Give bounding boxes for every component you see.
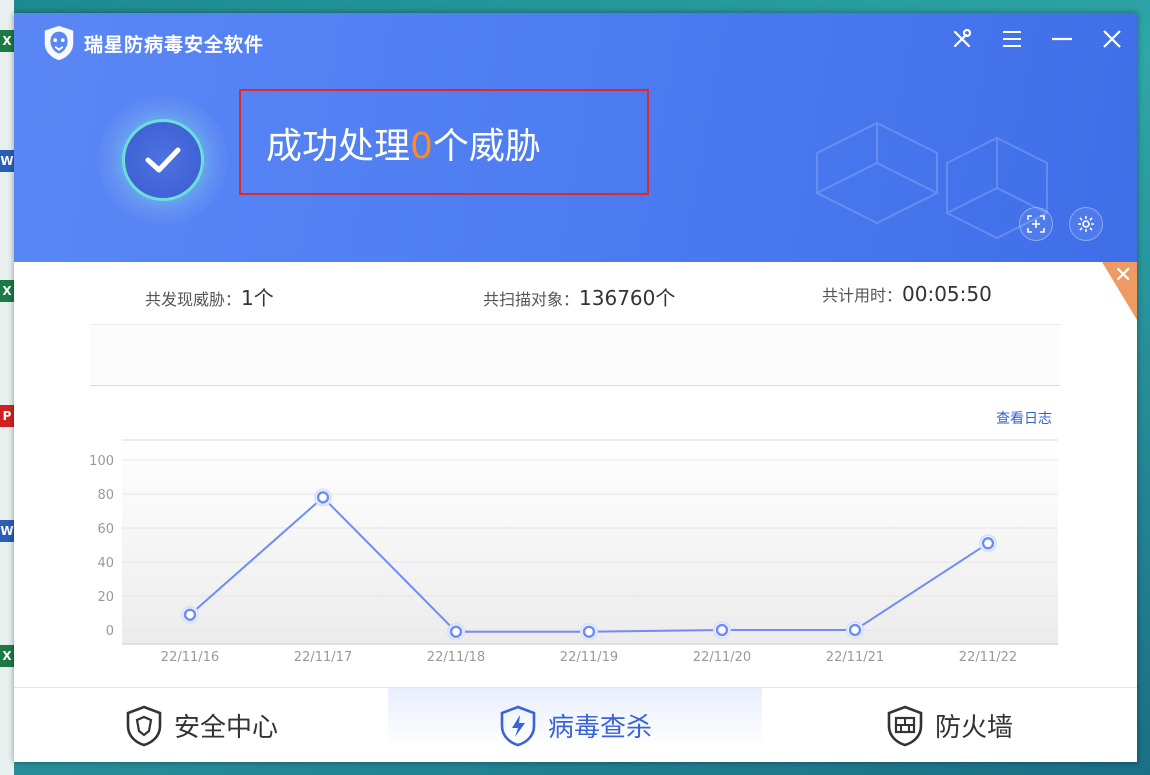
- server-illustration: [814, 121, 1050, 240]
- result-count: 0: [410, 126, 433, 167]
- data-point: [715, 623, 729, 637]
- app-title: 瑞星防病毒安全软件: [84, 34, 265, 56]
- close-x-icon: ✕: [1114, 263, 1133, 288]
- scan-summary-panel: 共发现威胁：1个 共扫描对象：136760个 共计用时：00:05:50 查看日…: [90, 262, 1060, 687]
- data-point: [981, 537, 995, 550]
- y-tick-label: 0: [106, 624, 114, 639]
- settings-gear-icon[interactable]: [1069, 207, 1103, 241]
- result-highlight-frame: 成功处理0个威胁: [239, 89, 649, 195]
- minimize-icon[interactable]: [1049, 26, 1075, 52]
- stats-row: 共发现威胁：1个 共扫描对象：136760个 共计用时：00:05:50: [90, 262, 1060, 325]
- tab-security-center[interactable]: 安全中心: [14, 688, 388, 762]
- data-point: [316, 491, 330, 504]
- rising-logo-icon: [44, 25, 74, 61]
- shield-firewall-icon: [887, 705, 923, 746]
- threats-stat: 共发现威胁：1个: [145, 282, 274, 311]
- plot-background: [122, 440, 1058, 644]
- y-tick-label: 100: [90, 454, 114, 469]
- result-suffix: 个威胁: [432, 126, 541, 167]
- success-check-icon: [122, 119, 204, 201]
- data-point: [449, 625, 463, 638]
- threats-value: 1个: [241, 286, 274, 310]
- shield-lion-icon: [126, 705, 162, 746]
- x-tick-label: 22/11/17: [294, 650, 352, 662]
- time-stat: 共计用时：00:05:50: [822, 282, 992, 306]
- desktop-edge: X W X P W X: [0, 0, 14, 775]
- data-point: [582, 625, 596, 638]
- excel-icon[interactable]: X: [0, 30, 14, 52]
- data-point: [848, 623, 862, 637]
- tab-label: 安全中心: [173, 713, 278, 743]
- objects-stat: 共扫描对象：136760个: [483, 282, 675, 311]
- x-tick-label: 22/11/19: [560, 650, 618, 662]
- x-tick-label: 22/11/18: [427, 650, 485, 662]
- tab-virus-scan[interactable]: 病毒查杀: [388, 688, 762, 762]
- x-tick-label: 22/11/20: [693, 650, 751, 662]
- y-tick-label: 20: [97, 590, 114, 605]
- y-tick-label: 60: [97, 522, 114, 537]
- excel-icon[interactable]: X: [0, 645, 14, 667]
- details-row: [90, 325, 1060, 386]
- tab-firewall[interactable]: 防火墙: [762, 688, 1136, 762]
- shield-bolt-icon: [500, 705, 536, 746]
- threats-label: 共发现威胁：: [145, 290, 242, 309]
- objects-value: 136760个: [579, 286, 676, 310]
- word-icon[interactable]: W: [0, 150, 14, 172]
- y-tick-label: 80: [97, 488, 114, 503]
- x-tick-label: 22/11/21: [826, 650, 884, 662]
- tab-label: 病毒查杀: [547, 713, 652, 743]
- x-tick-label: 22/11/22: [959, 650, 1017, 662]
- time-label: 共计用时：: [822, 286, 903, 305]
- threat-trend-chart: 100 80 60 40 20 0 22/11/16 22/11/17 22/11/18 22/1…: [90, 439, 1058, 662]
- excel-icon[interactable]: X: [0, 280, 14, 302]
- x-tick-label: 22/11/16: [161, 650, 219, 662]
- pdf-icon[interactable]: P: [0, 405, 14, 427]
- result-message: 成功处理0个威胁: [266, 117, 541, 169]
- bottom-tab-bar: 安全中心 病毒查杀 防火墙: [14, 687, 1137, 762]
- result-prefix: 成功处理: [266, 126, 411, 167]
- desktop-bottom-edge: [14, 762, 1137, 775]
- screenshot-icon[interactable]: [1019, 207, 1053, 241]
- y-tick-label: 40: [97, 556, 114, 571]
- tab-label: 防火墙: [934, 713, 1013, 743]
- view-log-link[interactable]: 查看日志: [996, 408, 1052, 428]
- close-icon[interactable]: [1099, 26, 1125, 52]
- menu-icon[interactable]: [999, 26, 1025, 52]
- time-value: 00:05:50: [902, 282, 992, 306]
- close-panel-button[interactable]: ✕: [1102, 262, 1137, 320]
- antivirus-window: 瑞星防病毒安全软件 成功处理0个威胁 共发现威胁：1个 共扫描对象：136760…: [14, 13, 1137, 762]
- result-header: 瑞星防病毒安全软件 成功处理0个威胁: [14, 13, 1137, 262]
- data-point: [183, 608, 197, 621]
- word-icon[interactable]: W: [0, 520, 14, 542]
- objects-label: 共扫描对象：: [483, 290, 580, 309]
- tools-icon[interactable]: [949, 26, 975, 52]
